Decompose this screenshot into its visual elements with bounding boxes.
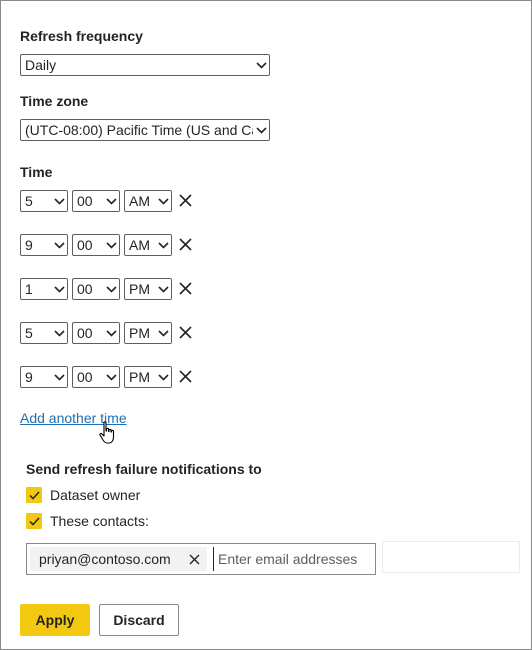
hour-select[interactable]: 1: [20, 278, 68, 300]
dataset-owner-option[interactable]: Dataset owner: [26, 486, 140, 504]
these-contacts-label: These contacts:: [50, 513, 149, 529]
checkmark-icon: [28, 516, 40, 526]
close-icon[interactable]: [177, 192, 193, 208]
period-value: AM: [129, 237, 150, 253]
hour-select[interactable]: 9: [20, 234, 68, 256]
close-icon[interactable]: [177, 236, 193, 252]
chevron-down-icon: [253, 55, 269, 75]
time-row: 5 00 AM: [20, 190, 200, 212]
period-select[interactable]: AM: [124, 190, 172, 212]
chevron-down-icon: [155, 367, 171, 387]
period-value: PM: [129, 325, 150, 341]
close-icon[interactable]: [177, 324, 193, 340]
minute-value: 00: [77, 237, 93, 253]
hour-value: 9: [25, 369, 33, 385]
period-value: PM: [129, 369, 150, 385]
chevron-down-icon: [103, 367, 119, 387]
refresh-frequency-label: Refresh frequency: [20, 28, 143, 44]
email-input[interactable]: [213, 547, 371, 571]
contact-chip: priyan@contoso.com: [30, 547, 207, 571]
minute-select[interactable]: 00: [72, 190, 120, 212]
period-select[interactable]: AM: [124, 234, 172, 256]
minute-select[interactable]: 00: [72, 278, 120, 300]
period-select[interactable]: PM: [124, 366, 172, 388]
time-zone-select[interactable]: (UTC-08:00) Pacific Time (US and Can: [20, 119, 270, 141]
chevron-down-icon: [155, 279, 171, 299]
chevron-down-icon: [155, 323, 171, 343]
hand-pointer-icon: [98, 421, 118, 445]
chevron-down-icon: [51, 279, 67, 299]
minute-value: 00: [77, 325, 93, 341]
chevron-down-icon: [155, 191, 171, 211]
hour-select[interactable]: 5: [20, 322, 68, 344]
refresh-frequency-select[interactable]: Daily: [20, 54, 270, 76]
close-icon[interactable]: [183, 548, 205, 570]
minute-value: 00: [77, 281, 93, 297]
minute-value: 00: [77, 193, 93, 209]
dataset-owner-checkbox[interactable]: [26, 487, 42, 503]
hour-value: 1: [25, 281, 33, 297]
these-contacts-option[interactable]: These contacts:: [26, 512, 149, 530]
notifications-title: Send refresh failure notifications to: [26, 461, 262, 477]
time-zone-label: Time zone: [20, 93, 89, 109]
these-contacts-checkbox[interactable]: [26, 513, 42, 529]
hour-select[interactable]: 5: [20, 190, 68, 212]
close-icon[interactable]: [177, 280, 193, 296]
period-select[interactable]: PM: [124, 278, 172, 300]
close-icon[interactable]: [177, 368, 193, 384]
hour-select[interactable]: 9: [20, 366, 68, 388]
apply-button[interactable]: Apply: [20, 604, 90, 636]
refresh-frequency-value: Daily: [25, 57, 57, 73]
chevron-down-icon: [51, 367, 67, 387]
time-row: 1 00 PM: [20, 278, 200, 300]
time-row: 9 00 AM: [20, 234, 200, 256]
time-zone-value: (UTC-08:00) Pacific Time (US and Can: [25, 122, 253, 138]
chevron-down-icon: [103, 279, 119, 299]
minute-select[interactable]: 00: [72, 322, 120, 344]
refresh-settings-panel: Refresh frequency Daily Time zone (UTC-0…: [0, 0, 532, 650]
time-row: 5 00 PM: [20, 322, 200, 344]
checkmark-icon: [28, 490, 40, 500]
hour-value: 5: [25, 193, 33, 209]
chevron-down-icon: [51, 191, 67, 211]
period-value: AM: [129, 193, 150, 209]
contact-chip-label: priyan@contoso.com: [39, 551, 171, 567]
period-value: PM: [129, 281, 150, 297]
suggestions-box: [382, 541, 520, 573]
chevron-down-icon: [103, 191, 119, 211]
minute-value: 00: [77, 369, 93, 385]
minute-select[interactable]: 00: [72, 366, 120, 388]
email-recipients-box[interactable]: priyan@contoso.com: [26, 543, 376, 575]
chevron-down-icon: [51, 323, 67, 343]
minute-select[interactable]: 00: [72, 234, 120, 256]
dataset-owner-label: Dataset owner: [50, 487, 141, 503]
time-label: Time: [20, 164, 53, 180]
hour-value: 9: [25, 237, 33, 253]
discard-button[interactable]: Discard: [99, 604, 179, 636]
hour-value: 5: [25, 325, 33, 341]
chevron-down-icon: [155, 235, 171, 255]
chevron-down-icon: [253, 120, 269, 140]
period-select[interactable]: PM: [124, 322, 172, 344]
chevron-down-icon: [51, 235, 67, 255]
chevron-down-icon: [103, 235, 119, 255]
chevron-down-icon: [103, 323, 119, 343]
time-row: 9 00 PM: [20, 366, 200, 388]
